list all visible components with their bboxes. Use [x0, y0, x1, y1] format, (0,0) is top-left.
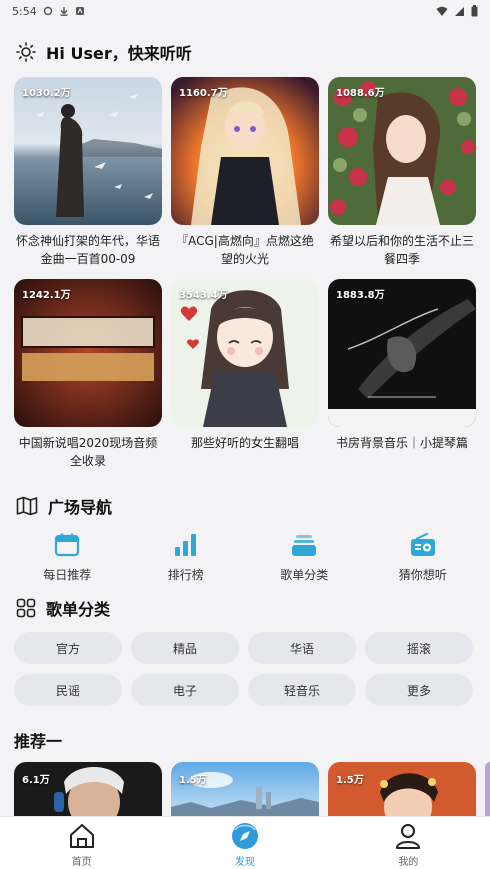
cover-image [171, 77, 319, 225]
signal-icon [455, 6, 464, 16]
recommend-row[interactable]: 6.1万 1.5万 1.5万 [14, 762, 490, 816]
categories-section-header: 歌单分类 [16, 596, 110, 620]
nav-label: 排行榜 [167, 568, 204, 582]
recommend-title: 推荐一 [14, 732, 63, 751]
download-icon [60, 7, 68, 16]
nav-label: 歌单分类 [280, 568, 329, 582]
category-chip[interactable]: 华语 [248, 632, 356, 664]
playlist-card[interactable]: 3543.4万 那些好听的女生翻唱 [171, 279, 319, 481]
layers-icon [292, 535, 317, 556]
cover-image [171, 279, 319, 427]
play-count: 3543.4万 [179, 290, 228, 301]
grid-icon [16, 598, 36, 618]
play-count: 1883.8万 [336, 290, 385, 301]
plaza-section-header: 广场导航 [16, 494, 112, 518]
bar-chart-icon [174, 534, 196, 556]
play-count: 1030.2万 [22, 88, 71, 99]
recommend-cover-partial[interactable] [485, 762, 490, 816]
recommend-cover[interactable]: 1.5万 [328, 762, 476, 816]
playlist-cover[interactable]: 1088.6万 [328, 77, 476, 225]
playlist-title: 怀念神仙打架的年代，华语金曲一百首00-09 [16, 234, 161, 266]
play-count: 1088.6万 [336, 88, 385, 99]
bottom-nav-discover[interactable]: 发现 [163, 817, 326, 869]
plaza-title: 广场导航 [48, 498, 113, 517]
category-chip[interactable]: 摇滚 [365, 632, 473, 664]
playlist-title: 『ACG|高燃向』点燃这绝望的火光 [176, 234, 314, 266]
recommend-cover[interactable]: 6.1万 [14, 762, 162, 816]
cover-image [14, 279, 162, 427]
greeting-header: Hi User，快来听听 [16, 40, 192, 64]
category-chip-more[interactable]: 更多 [365, 674, 473, 706]
category-chip[interactable]: 民谣 [14, 674, 122, 706]
nav-guess-you-like[interactable]: 猜你想听 [368, 532, 478, 583]
bottom-nav-label: 首页 [71, 857, 92, 868]
nav-label: 猜你想听 [398, 568, 447, 582]
nav-daily-recommend[interactable]: 每日推荐 [12, 532, 122, 583]
playlist-card[interactable]: 1883.8万 书房背景音乐｜小提琴篇 [328, 279, 476, 481]
category-chip[interactable]: 电子 [131, 674, 239, 706]
playlist-card[interactable]: 1242.1万 中国新说唱2020现场音频全收录 [14, 279, 162, 481]
playlist-card[interactable]: 1030.2万 怀念神仙打架的年代，华语金曲一百首00-09 [14, 77, 162, 279]
map-icon [16, 496, 38, 516]
bottom-nav-mine[interactable]: 我的 [327, 817, 490, 869]
nav-label: 每日推荐 [43, 568, 92, 582]
playlist-title: 书房背景音乐｜小提琴篇 [335, 436, 468, 450]
play-count: 1.5万 [179, 775, 207, 786]
playlist-cover[interactable]: 1242.1万 [14, 279, 162, 427]
bottom-nav-label: 发现 [234, 857, 255, 868]
play-count: 1242.1万 [22, 290, 71, 301]
nav-playlist-categories[interactable]: 歌单分类 [249, 532, 359, 583]
settings-notif-icon [43, 6, 52, 16]
app-notif-icon [75, 7, 84, 15]
status-bar: 5:54 [0, 0, 490, 22]
category-chip[interactable]: 轻音乐 [248, 674, 356, 706]
playlist-cover[interactable]: 3543.4万 [171, 279, 319, 427]
playlist-title: 希望以后和你的生活不止三餐四季 [330, 234, 475, 266]
playlist-grid: 1030.2万 怀念神仙打架的年代，华语金曲一百首00-09 1160.7万 『… [14, 77, 476, 481]
greeting-text: Hi User，快来听听 [46, 44, 192, 63]
playlist-cover[interactable]: 1160.7万 [171, 77, 319, 225]
plaza-nav: 每日推荐 排行榜 歌单分类 猜你想听 [8, 532, 482, 583]
cover-image [328, 279, 476, 427]
bottom-nav-label: 我的 [398, 857, 419, 868]
home-icon [69, 824, 94, 848]
radio-icon [410, 532, 435, 556]
nav-rankings[interactable]: 排行榜 [131, 532, 241, 583]
cover-image [328, 77, 476, 225]
category-chip[interactable]: 精品 [131, 632, 239, 664]
playlist-card[interactable]: 1160.7万 『ACG|高燃向』点燃这绝望的火光 [171, 77, 319, 279]
playlist-card[interactable]: 1088.6万 希望以后和你的生活不止三餐四季 [328, 77, 476, 279]
cover-image [14, 77, 162, 225]
battery-icon [471, 5, 478, 17]
play-count: 1160.7万 [179, 88, 228, 99]
play-count: 1.5万 [336, 775, 364, 786]
calendar-icon [55, 533, 80, 557]
category-chips: 官方 精品 华语 摇滚 民谣 电子 轻音乐 更多 [14, 632, 476, 706]
categories-title: 歌单分类 [46, 600, 111, 619]
bottom-nav: 首页 发现 我的 [0, 816, 490, 869]
recommend-cover[interactable]: 1.5万 [171, 762, 319, 816]
category-chip[interactable]: 官方 [14, 632, 122, 664]
playlist-title: 中国新说唱2020现场音频全收录 [18, 436, 158, 468]
sun-icon [16, 42, 36, 62]
playlist-title: 那些好听的女生翻唱 [190, 436, 299, 450]
play-count: 6.1万 [22, 775, 50, 786]
cover-image [485, 762, 490, 816]
wifi-icon [436, 6, 448, 16]
playlist-cover[interactable]: 1883.8万 [328, 279, 476, 427]
bottom-nav-home[interactable]: 首页 [0, 817, 163, 869]
discover-page[interactable]: Hi User，快来听听 1030.2万 怀念神仙打架的年代，华语金曲一百首00… [0, 22, 490, 816]
playlist-cover[interactable]: 1030.2万 [14, 77, 162, 225]
discover-icon [231, 823, 258, 849]
status-time: 5:54 [12, 4, 37, 18]
user-icon [396, 824, 421, 849]
